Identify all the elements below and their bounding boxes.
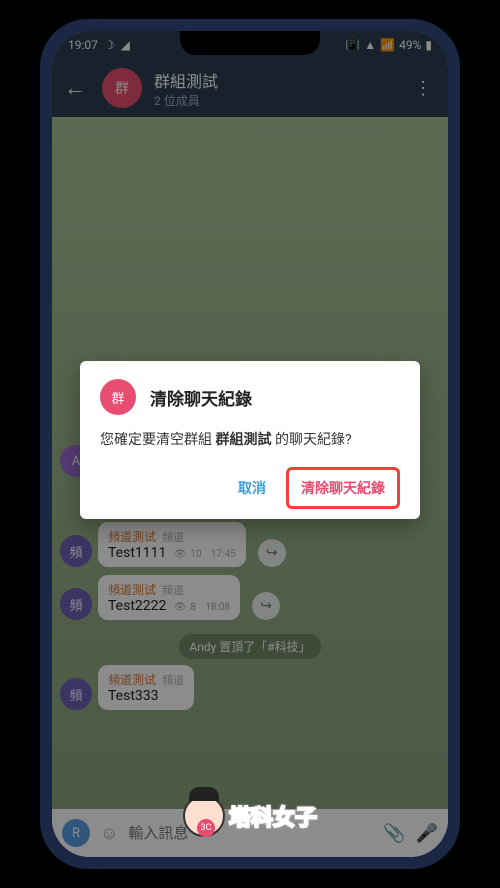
clear-history-button[interactable]: 清除聊天紀錄 — [286, 467, 400, 509]
phone-notch — [180, 31, 320, 55]
phone-frame: 19:07 ☽ ◢ 📳 ▲ 📶 49% ▮ ← 群 群組測試 2 位成員 ⋮ — [40, 19, 460, 869]
cancel-button[interactable]: 取消 — [228, 470, 276, 506]
screen: 19:07 ☽ ◢ 📳 ▲ 📶 49% ▮ ← 群 群組測試 2 位成員 ⋮ — [52, 31, 448, 857]
watermark-sticker: 3C 塔科女子 — [183, 795, 317, 837]
sticker-avatar: 3C — [183, 795, 225, 837]
sticker-text: 塔科女子 — [229, 800, 317, 832]
confirm-dialog: 群 清除聊天紀錄 您確定要清空群組 群組測試 的聊天紀錄? 取消 清除聊天紀錄 — [80, 361, 420, 519]
dialog-title: 清除聊天紀錄 — [150, 385, 252, 410]
dialog-message: 您確定要清空群組 群組測試 的聊天紀錄? — [100, 429, 400, 449]
dialog-avatar: 群 — [100, 379, 136, 415]
